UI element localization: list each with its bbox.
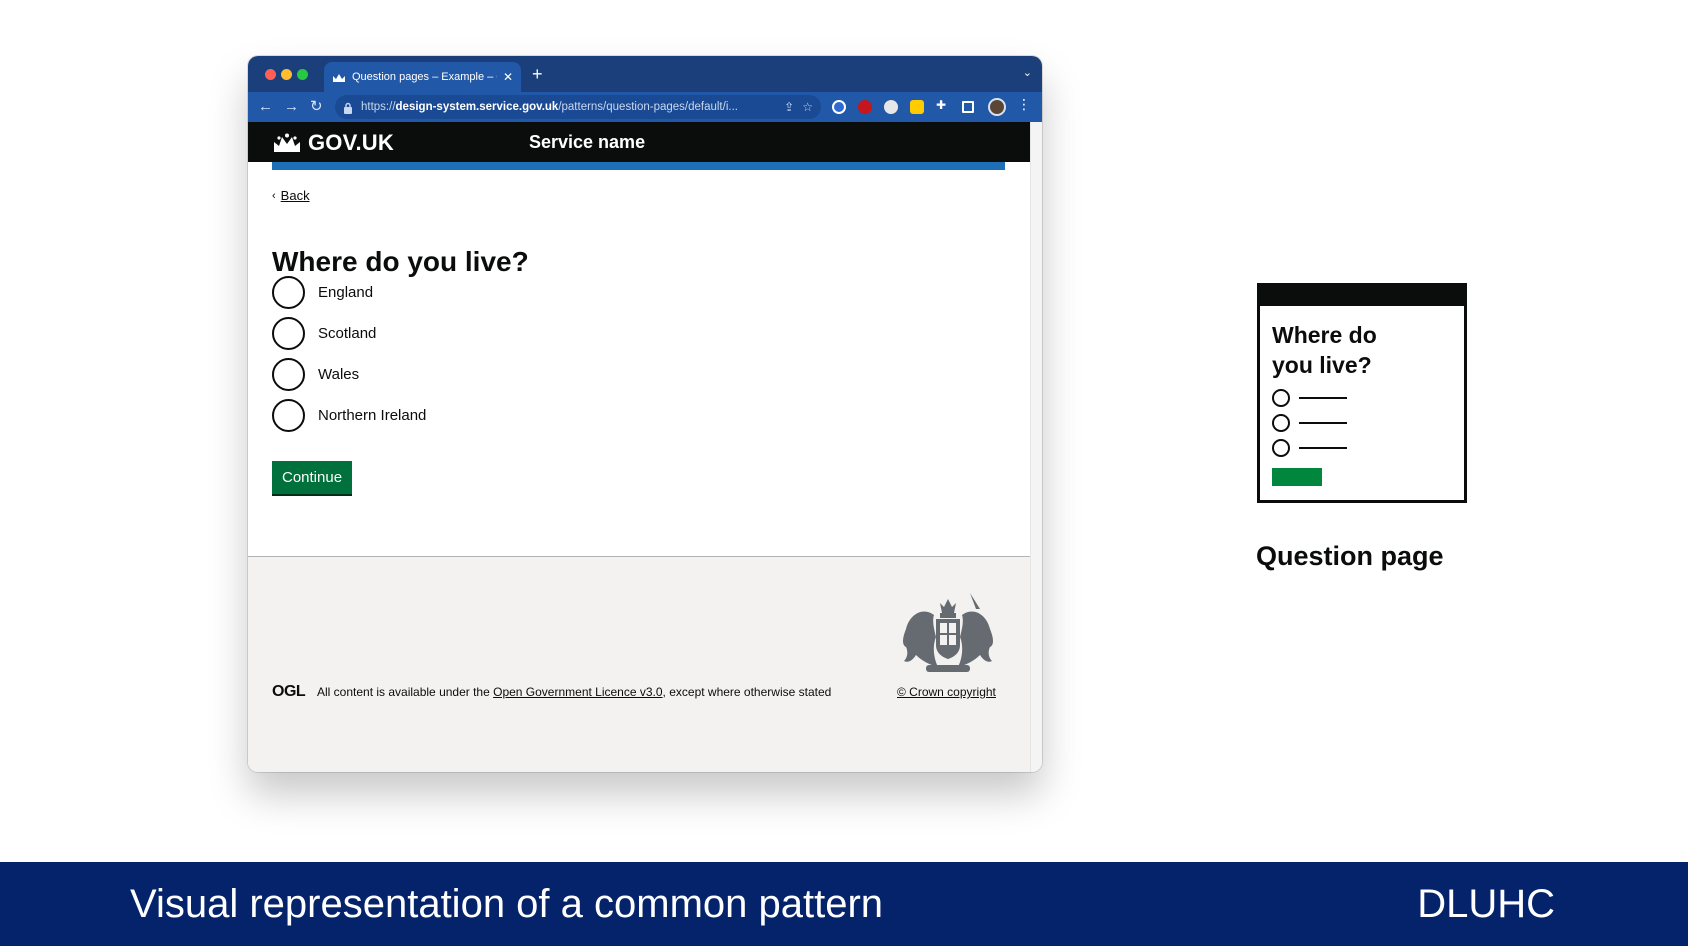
share-icon[interactable]: ⇪ — [784, 100, 794, 114]
continue-button[interactable]: Continue — [272, 461, 353, 494]
back-link-label: Back — [280, 188, 310, 203]
thumbnail-radio-row — [1272, 439, 1347, 457]
thumbnail-radio-icon — [1272, 439, 1290, 457]
crown-copyright-link[interactable]: © Crown copyright — [897, 685, 996, 699]
settings-gear-extension-icon[interactable] — [884, 100, 898, 114]
radio-button[interactable] — [272, 276, 305, 309]
thumbnail-radio-row — [1272, 414, 1347, 432]
radio-button[interactable] — [272, 317, 305, 350]
thumbnail-line — [1299, 422, 1347, 424]
thumbnail-line — [1299, 397, 1347, 399]
thumbnail-heading: Where do you live? — [1272, 322, 1377, 378]
radio-option-wales[interactable]: Wales — [272, 358, 359, 391]
service-name-link[interactable]: Service name — [529, 132, 645, 153]
govuk-footer: OGL All content is available under the O… — [248, 556, 1030, 772]
crown-icon — [274, 133, 300, 152]
thumbnail-header-bar — [1260, 286, 1464, 306]
new-tab-icon[interactable]: + — [532, 63, 543, 85]
profile-avatar[interactable] — [988, 98, 1006, 116]
page-scrollbar[interactable] — [1030, 122, 1042, 772]
radio-label: Northern Ireland — [318, 407, 427, 424]
radio-option-england[interactable]: England — [272, 276, 373, 309]
url-text: https://design-system.service.gov.uk/pat… — [361, 101, 738, 113]
banner-title: Visual representation of a common patter… — [130, 882, 884, 926]
bookmark-star-icon[interactable]: ☆ — [802, 100, 813, 114]
page-viewport: GOV.UK Service name ‹ Back Where do you … — [248, 122, 1030, 772]
extensions-puzzle-icon[interactable]: ✚ — [936, 98, 950, 112]
header-blue-bar — [272, 162, 1005, 170]
thumbnail-radio-icon — [1272, 414, 1290, 432]
govuk-logo-text: GOV.UK — [308, 130, 394, 155]
thumbnail-line — [1299, 447, 1347, 449]
licence-text: All content is available under the Open … — [317, 685, 832, 699]
radio-label: Wales — [318, 366, 360, 383]
browser-tab-active[interactable]: Question pages – Example – G ✕ — [324, 62, 521, 92]
maximize-window-button[interactable] — [297, 69, 308, 80]
password-manager-extension-icon[interactable] — [832, 100, 846, 114]
licence-link[interactable]: Open Government Licence v3.0 — [493, 685, 662, 699]
radio-option-scotland[interactable]: Scotland — [272, 317, 376, 350]
royal-coat-of-arms-icon — [903, 593, 993, 672]
radio-button[interactable] — [272, 358, 305, 391]
chevron-left-icon: ‹ — [272, 189, 276, 202]
close-window-button[interactable] — [265, 69, 276, 80]
tab-close-icon[interactable]: ✕ — [503, 70, 513, 84]
lock-icon — [343, 101, 353, 114]
crown-favicon-icon — [332, 71, 346, 83]
page-title: Where do you live? — [272, 246, 529, 277]
tab-title: Question pages – Example – G — [352, 71, 497, 83]
browser-menu-icon[interactable]: ⋮ — [1017, 96, 1031, 113]
radio-label: Scotland — [318, 325, 377, 342]
side-panel-icon[interactable] — [962, 101, 974, 113]
slide-footer-banner: Visual representation of a common patter… — [0, 862, 1688, 946]
browser-tab-bar: Question pages – Example – G ✕ + ⌄ — [248, 56, 1042, 92]
browser-window: Question pages – Example – G ✕ + ⌄ ← → ↻… — [248, 56, 1042, 772]
forward-arrow-icon[interactable]: → — [284, 96, 299, 118]
address-bar[interactable]: https://design-system.service.gov.uk/pat… — [335, 95, 821, 119]
yellow-extension-icon[interactable] — [910, 100, 924, 114]
govuk-header: GOV.UK Service name — [248, 122, 1030, 162]
radio-option-northern-ireland[interactable]: Northern Ireland — [272, 399, 426, 432]
thumbnail-caption: Question page — [1256, 541, 1444, 571]
tab-search-chevron-icon[interactable]: ⌄ — [1023, 66, 1032, 79]
radio-label: England — [318, 284, 374, 301]
ogl-logo: OGL — [272, 683, 306, 700]
banner-organisation: DLUHC — [1417, 882, 1555, 926]
thumbnail-radio-icon — [1272, 389, 1290, 407]
reload-icon[interactable]: ↻ — [310, 96, 323, 118]
back-arrow-icon[interactable]: ← — [258, 96, 273, 118]
ublock-extension-icon[interactable] — [858, 100, 872, 114]
minimize-window-button[interactable] — [281, 69, 292, 80]
back-link[interactable]: ‹ Back — [272, 188, 310, 203]
thumbnail-radio-row — [1272, 389, 1347, 407]
browser-toolbar: ← → ↻ https://design-system.service.gov.… — [248, 92, 1042, 122]
govuk-logo-link[interactable]: GOV.UK — [272, 130, 394, 156]
question-page-thumbnail: Where do you live? — [1257, 283, 1467, 503]
radio-button[interactable] — [272, 399, 305, 432]
thumbnail-button — [1272, 468, 1322, 486]
